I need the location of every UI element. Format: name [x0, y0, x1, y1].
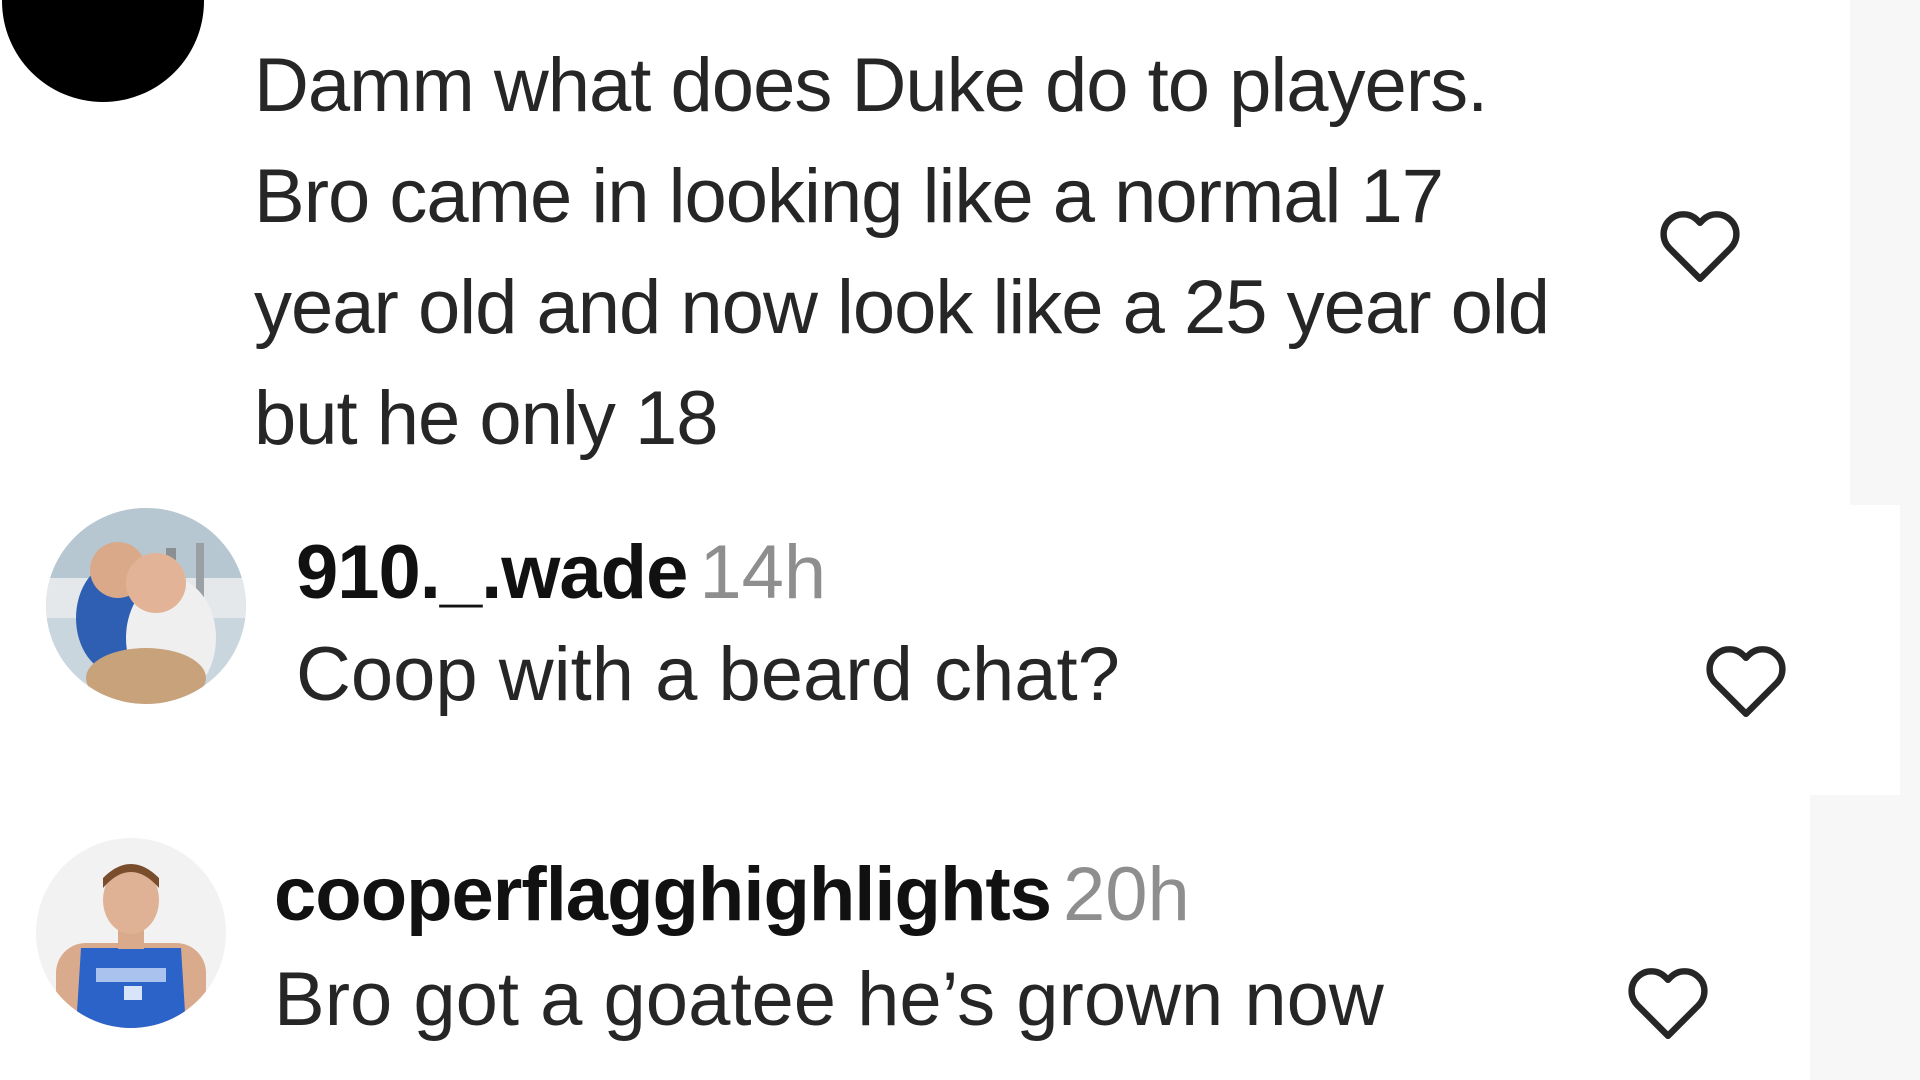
comment-header: 910._.wade 14h	[296, 528, 826, 618]
heart-outline-icon	[1706, 646, 1786, 717]
background-strip	[1810, 795, 1920, 1080]
heart-outline-icon	[1628, 968, 1708, 1039]
avatar[interactable]	[46, 508, 246, 704]
comment-text: Damm what does Duke do to players. Bro c…	[254, 43, 1550, 461]
username[interactable]: cooperflagghighlights	[274, 852, 1052, 937]
comment-header: cooperflagghighlights 20h	[274, 850, 1190, 940]
background-strip	[1900, 505, 1920, 795]
timestamp: 20h	[1062, 852, 1190, 937]
background-strip	[1850, 0, 1920, 505]
like-button[interactable]	[1698, 633, 1794, 729]
comment-text: Bro got a goatee he’s grown now	[274, 957, 1384, 1042]
heart-outline-icon	[1660, 211, 1740, 282]
avatar-photo	[46, 508, 246, 704]
like-button[interactable]	[1620, 955, 1716, 1051]
username[interactable]: 910._.wade	[296, 530, 688, 615]
timestamp: 14h	[699, 530, 827, 615]
comment-text: Coop with a beard chat?	[296, 632, 1120, 717]
avatar[interactable]	[36, 838, 226, 1028]
like-button[interactable]	[1652, 198, 1748, 294]
avatar-photo	[36, 838, 226, 1028]
